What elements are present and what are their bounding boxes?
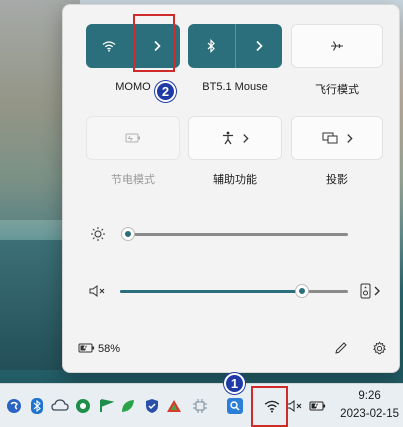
volume-track[interactable] <box>120 290 348 293</box>
brightness-icon <box>90 226 106 242</box>
chevron-right-icon <box>346 133 353 144</box>
cast-tile[interactable] <box>291 116 383 160</box>
wifi-icon <box>102 40 116 52</box>
brightness-track[interactable] <box>128 233 348 236</box>
cast-icon <box>322 132 338 144</box>
volume-slider-thumb[interactable] <box>296 285 309 297</box>
accessibility-tile[interactable] <box>188 116 282 160</box>
brightness-slider-thumb[interactable] <box>122 228 134 240</box>
audio-output-button[interactable] <box>359 283 383 299</box>
airplane-mode-label: 飞行模式 <box>315 84 359 96</box>
step-badge-1: 1 <box>224 373 245 394</box>
settings-gear-icon[interactable] <box>372 341 387 356</box>
chevron-right-icon <box>242 133 249 144</box>
battery-tray-icon[interactable] <box>308 396 328 416</box>
bluetooth-device-name: BT5.1 Mouse <box>202 81 268 93</box>
app-icon-cloud[interactable] <box>50 396 70 416</box>
app-icon-green-circle[interactable] <box>73 396 93 416</box>
wifi-chevron-highlight <box>133 14 175 72</box>
clock-time: 9:26 <box>358 390 381 402</box>
battery-percent: 58% <box>98 343 121 355</box>
app-icon-blue-swirl[interactable] <box>4 396 24 416</box>
quick-settings-panel: MOMO BT5.1 Mouse 飞行模式 节电模式 辅助功能 投影 58% <box>62 4 400 373</box>
wifi-toggle-button[interactable] <box>86 24 133 68</box>
app-icon-green-leaf[interactable] <box>118 396 138 416</box>
quick-settings-footer: 58% <box>63 326 401 372</box>
accessibility-icon <box>222 131 234 145</box>
edit-pencil-icon[interactable] <box>334 341 348 355</box>
volume-row <box>63 281 401 301</box>
app-icon-blue-search[interactable] <box>225 396 245 416</box>
taskbar: 9:26 2023-02-15 <box>0 383 403 427</box>
wifi-tray-highlight <box>251 386 288 427</box>
bluetooth-icon <box>206 39 216 53</box>
taskbar-clock[interactable]: 9:26 2023-02-15 <box>340 387 399 423</box>
battery-saver-tile[interactable] <box>86 116 180 160</box>
battery-saver-icon <box>125 133 141 143</box>
volume-muted-tray-icon[interactable] <box>285 396 305 416</box>
app-icon-red-triangle[interactable] <box>164 396 184 416</box>
brightness-row <box>63 224 401 244</box>
bluetooth-tile <box>188 24 282 68</box>
security-shield-icon[interactable] <box>142 396 162 416</box>
bluetooth-toggle-button[interactable] <box>188 24 235 68</box>
battery-saver-label: 节电模式 <box>111 174 155 186</box>
app-icon-chip[interactable] <box>190 396 210 416</box>
battery-charging-icon[interactable] <box>78 342 96 354</box>
accessibility-label: 辅助功能 <box>213 174 257 186</box>
airplane-icon <box>330 39 344 53</box>
volume-fill <box>120 290 303 293</box>
airplane-mode-tile[interactable] <box>291 24 383 68</box>
speaker-muted-icon[interactable] <box>89 284 107 298</box>
step-badge-2: 2 <box>155 81 176 102</box>
bluetooth-devices-button[interactable] <box>236 24 283 68</box>
clock-date: 2023-02-15 <box>340 408 399 420</box>
bluetooth-tray-icon[interactable] <box>27 396 47 416</box>
app-icon-green-flag[interactable] <box>96 396 116 416</box>
chevron-right-icon <box>255 40 263 52</box>
cast-label: 投影 <box>326 174 348 186</box>
